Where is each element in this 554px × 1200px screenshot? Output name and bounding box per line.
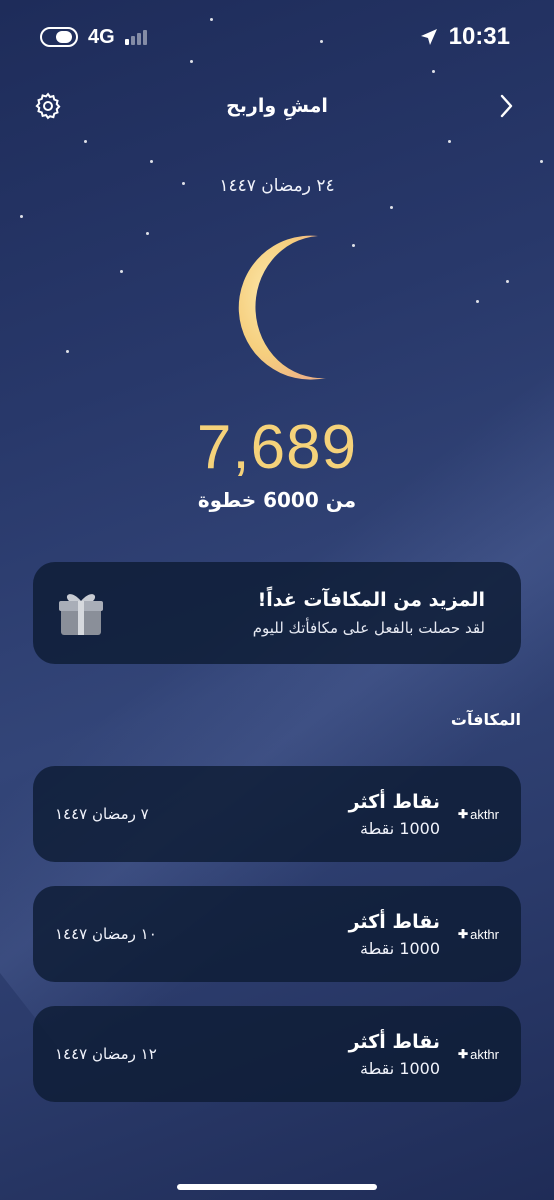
reward-title: نقاط أكثر — [348, 910, 441, 933]
reward-date: ١٠ رمضان ١٤٤٧ — [55, 925, 157, 943]
brand-name: akthr — [470, 806, 499, 822]
reward-points: 1000 نقطة — [359, 818, 441, 838]
steps-goal: من 6000 خطوة — [197, 488, 357, 512]
reward-info: نقاط أكثر 1000 نقطة ✚ akthr — [349, 791, 499, 838]
star — [120, 270, 123, 273]
star — [448, 140, 451, 143]
location-arrow-icon — [420, 29, 437, 45]
gift-icon — [59, 594, 103, 635]
banner-title: المزيد من المكافآت غداً! — [257, 589, 485, 611]
star — [66, 350, 69, 353]
brand-name: akthr — [470, 926, 499, 942]
star — [432, 70, 435, 73]
reward-date: ٧ رمضان ١٤٤٧ — [55, 805, 149, 823]
reward-date: ١٢ رمضان ١٤٤٧ — [55, 1045, 157, 1063]
status-right: 10:31 — [419, 23, 510, 51]
back-button[interactable] — [488, 88, 524, 124]
plus-icon: ✚ — [458, 927, 469, 941]
crescent-moon-icon — [238, 235, 326, 380]
signal-icon — [124, 29, 147, 45]
rewards-section-title: المكافآت — [450, 710, 521, 729]
star — [540, 160, 543, 163]
home-indicator[interactable] — [177, 1184, 377, 1190]
reward-info: نقاط أكثر 1000 نقطة ✚ akthr — [349, 911, 499, 958]
reward-text: نقاط أكثر 1000 نقطة — [349, 1031, 440, 1078]
reward-status-banner: المزيد من المكافآت غداً! لقد حصلت بالفعل… — [33, 562, 521, 664]
reward-card[interactable]: ١٠ رمضان ١٤٤٧ نقاط أكثر 1000 نقطة ✚ akth… — [33, 886, 521, 982]
steps-count: 7,689 — [196, 413, 358, 482]
star — [210, 18, 213, 21]
toggle-icon — [40, 27, 78, 47]
plus-icon: ✚ — [458, 807, 469, 821]
star — [506, 280, 509, 283]
status-left: 4G — [40, 26, 147, 49]
settings-button[interactable] — [30, 88, 66, 124]
star — [476, 300, 479, 303]
reward-card[interactable]: ١٢ رمضان ١٤٤٧ نقاط أكثر 1000 نقطة ✚ akth… — [33, 1006, 521, 1102]
akthr-logo: ✚ akthr — [458, 1047, 499, 1062]
star — [150, 160, 153, 163]
akthr-logo: ✚ akthr — [458, 927, 499, 942]
star — [190, 60, 193, 63]
reward-title: نقاط أكثر — [348, 1030, 441, 1053]
chevron-right-icon — [500, 94, 513, 118]
banner-text: المزيد من المكافآت غداً! لقد حصلت بالفعل… — [253, 589, 485, 637]
banner-subtitle: لقد حصلت بالفعل على مكافأتك لليوم — [252, 619, 485, 637]
current-date: ٢٤ رمضان ١٤٤٧ — [219, 176, 335, 196]
status-bar: 4G 10:31 — [40, 22, 510, 52]
network-type: 4G — [88, 25, 115, 48]
reward-text: نقاط أكثر 1000 نقطة — [349, 911, 440, 958]
gear-icon — [35, 92, 61, 120]
reward-info: نقاط أكثر 1000 نقطة ✚ akthr — [349, 1031, 499, 1078]
star — [84, 140, 87, 143]
reward-points: 1000 نقطة — [359, 1058, 441, 1078]
plus-icon: ✚ — [458, 1047, 469, 1061]
header: امشِ واربح — [30, 86, 524, 126]
page-title: امشِ واربح — [226, 95, 328, 117]
star — [390, 206, 393, 209]
reward-points: 1000 نقطة — [359, 938, 441, 958]
star — [146, 232, 149, 235]
reward-title: نقاط أكثر — [348, 790, 441, 813]
star — [20, 215, 23, 218]
reward-card[interactable]: ٧ رمضان ١٤٤٧ نقاط أكثر 1000 نقطة ✚ akthr — [33, 766, 521, 862]
akthr-logo: ✚ akthr — [458, 807, 499, 822]
star — [352, 244, 355, 247]
reward-text: نقاط أكثر 1000 نقطة — [349, 791, 440, 838]
clock: 10:31 — [448, 23, 510, 50]
brand-name: akthr — [470, 1046, 499, 1062]
